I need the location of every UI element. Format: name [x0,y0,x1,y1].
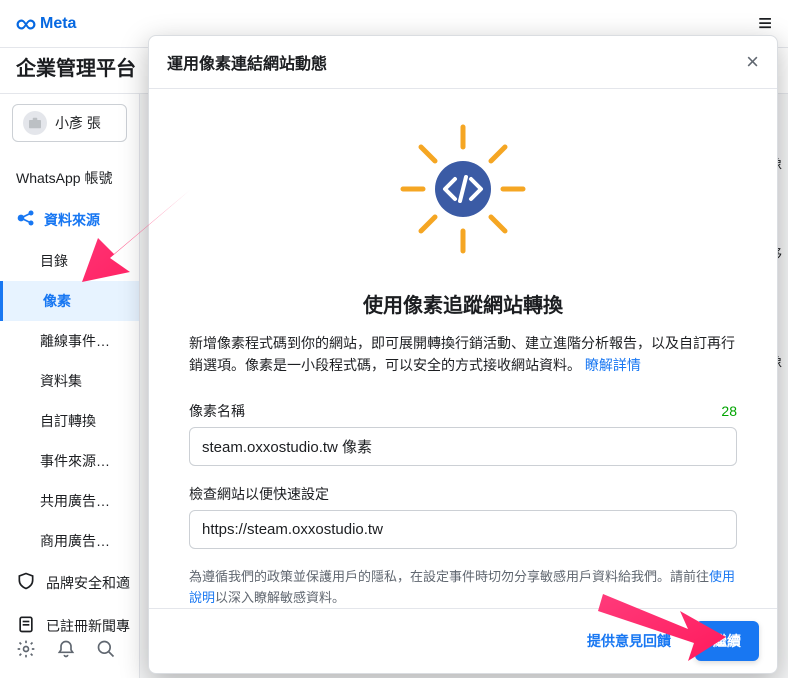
pixel-name-input[interactable] [189,427,737,466]
logo-area: Meta [16,14,76,34]
sidebar-item-event-source-groups[interactable]: 事件來源群組 [0,441,139,481]
modal-footer: 提供意見回饋 繼續 [149,608,777,673]
sidebar-item-pixel[interactable]: 像素 [0,281,139,321]
sidebar-item-offline-events[interactable]: 離線事件組合 [0,321,139,361]
share-nodes-icon [16,208,36,231]
pixel-setup-modal: 運用像素連結網站動態 × 使用像素追蹤網站轉換 [148,35,778,674]
sidebar-item-label: 已註冊新聞專 [46,616,130,636]
user-chip[interactable]: 小彥 張 [12,104,127,142]
sidebar-item-whatsapp[interactable]: WhatsApp 帳號 [0,158,139,198]
modal-body: 使用像素追蹤網站轉換 新增像素程式碼到你的網站，即可展開轉換行銷活動、建立進階分… [149,89,777,608]
search-icon[interactable] [96,639,116,664]
website-input[interactable] [189,510,737,549]
feedback-button[interactable]: 提供意見回饋 [575,623,683,659]
char-count: 28 [721,403,737,419]
sidebar-item-custom-conversions[interactable]: 自訂轉換 [0,401,139,441]
pixel-name-label-row: 像素名稱 28 [189,401,737,421]
modal-body-title: 使用像素追蹤網站轉換 [189,289,737,318]
pixel-name-label: 像素名稱 [189,401,245,421]
meta-logo[interactable]: Meta [16,14,76,34]
close-button[interactable]: × [746,51,759,73]
section-label: 資料來源 [44,210,100,230]
notifications-icon[interactable] [56,639,76,664]
illustration [189,119,737,259]
bottom-bar [16,639,116,664]
sidebar-item-creative[interactable]: 商用廣告創意資 [0,521,139,561]
modal-title: 運用像素連結網站動態 [167,50,327,74]
code-sun-icon [373,119,553,259]
learn-more-link[interactable]: 瞭解詳情 [585,357,641,373]
sidebar-item-shared-audiences[interactable]: 共用廣告受眾 [0,481,139,521]
brand-text: Meta [40,15,76,33]
settings-icon[interactable] [16,639,36,664]
website-label: 檢查網站以便快速設定 [189,484,737,504]
sidebar-item-datasets[interactable]: 資料集 [0,361,139,401]
briefcase-icon [26,114,44,132]
hamburger-icon[interactable]: ≡ [758,10,772,38]
user-name: 小彥 張 [55,113,101,133]
sidebar-section-data-sources[interactable]: 資料來源 [0,198,139,241]
sidebar-item-catalog[interactable]: 目錄 [0,241,139,281]
modal-description: 新增像素程式碼到你的網站，即可展開轉換行銷活動、建立進階分析報告，以及自訂再行銷… [189,332,737,377]
clipboard-icon [16,614,36,637]
meta-infinity-icon [16,14,36,34]
shield-icon [16,571,36,594]
modal-header: 運用像素連結網站動態 × [149,36,777,89]
privacy-note: 為遵循我們的政策並保護用戶的隱私，在設定事件時切勿分享敏感用戶資料給我們。請前往… [189,567,737,608]
continue-button[interactable]: 繼續 [695,621,759,661]
sidebar: 小彥 張 WhatsApp 帳號 資料來源 目錄 像素 離線事件組合 資料集 自… [0,94,140,678]
sidebar-item-label: 品牌安全和適 [46,573,130,593]
avatar [23,111,47,135]
sidebar-item-brand-safety[interactable]: 品牌安全和適 [0,561,139,604]
